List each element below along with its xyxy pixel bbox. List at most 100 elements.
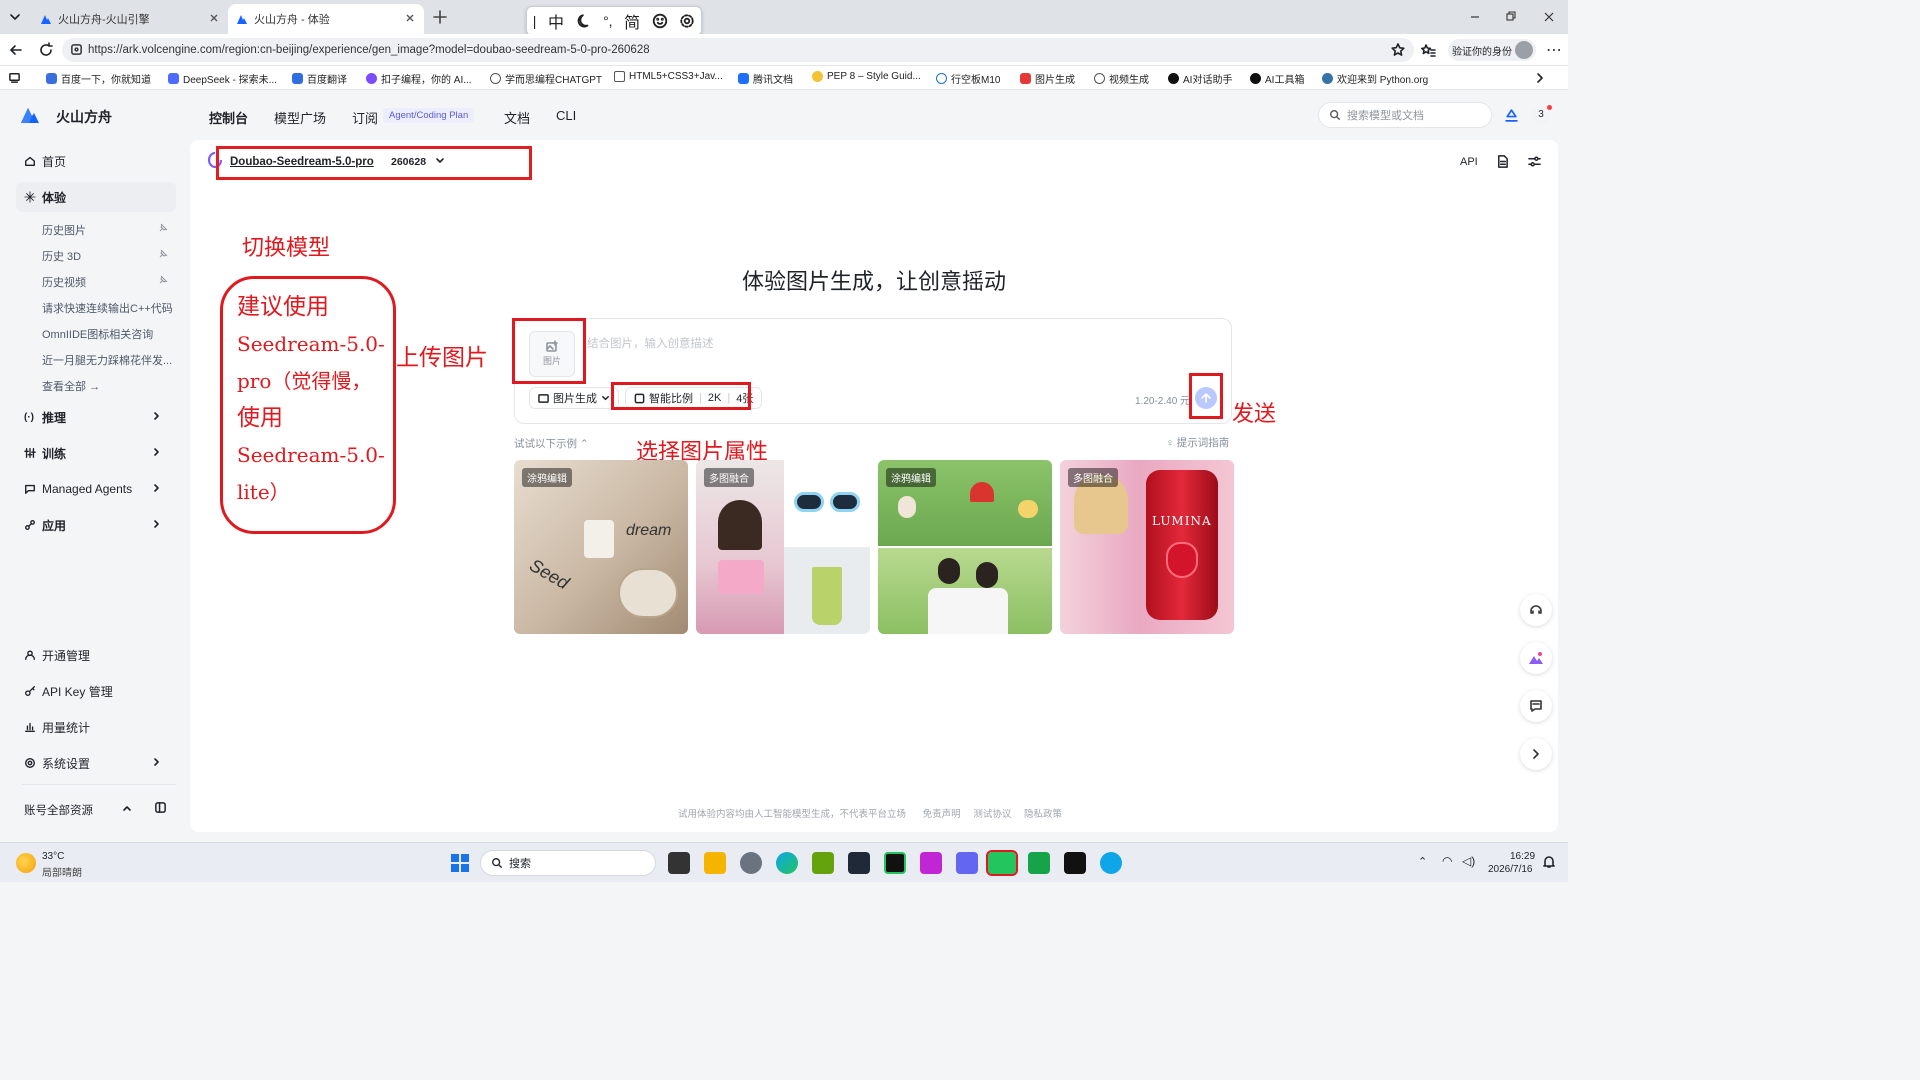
- bookmark-tencent-docs[interactable]: 腾讯文档: [738, 71, 793, 86]
- app-icon[interactable]: [920, 852, 942, 874]
- profile-button[interactable]: 验证你的身份: [1448, 39, 1536, 61]
- history-item[interactable]: OmnIIDE图标相关咨询: [42, 326, 153, 342]
- start-icon[interactable]: [450, 853, 470, 873]
- bookmark-pep8[interactable]: PEP 8 – Style Guid...: [812, 71, 921, 82]
- deepseek-app-icon[interactable]: [956, 852, 978, 874]
- example-thumbnail[interactable]: 涂鸦编辑: [878, 460, 1052, 634]
- ime-chinese-mode[interactable]: 中: [548, 9, 564, 33]
- bookmark-html5[interactable]: HTML5+CSS3+Jav...: [614, 71, 723, 82]
- upgrade-icon[interactable]: [1504, 108, 1519, 123]
- clock-date[interactable]: 2026/7/16: [1488, 864, 1533, 875]
- tab-volcengine[interactable]: 火山方舟-火山引擎: [32, 4, 228, 34]
- weather-temp[interactable]: 33°C: [42, 851, 64, 862]
- site-info-icon[interactable]: [70, 43, 83, 56]
- app-icon[interactable]: [1028, 852, 1050, 874]
- view-all-link[interactable]: 查看全部 →: [42, 378, 100, 394]
- url-field[interactable]: https://ark.volcengine.com/region:cn-bei…: [62, 38, 1414, 62]
- chevron-up-icon[interactable]: ⌃: [1418, 855, 1427, 868]
- minimize-icon[interactable]: [1466, 8, 1484, 26]
- nav-badge[interactable]: Agent/Coding Plan: [383, 108, 475, 123]
- edge-browser-icon[interactable]: [776, 852, 798, 874]
- nav-model-square[interactable]: 模型广场: [274, 108, 326, 127]
- nav-docs[interactable]: 文档: [504, 108, 530, 127]
- sidebar-item-api-key[interactable]: API Key 管理: [16, 676, 176, 706]
- api-link[interactable]: API: [1460, 156, 1478, 168]
- disclaimer-link[interactable]: 免责声明: [923, 809, 961, 820]
- test-agreement-link[interactable]: 测试协议: [973, 809, 1011, 820]
- pycharm-icon[interactable]: [884, 852, 906, 874]
- search-input[interactable]: 搜索模型或文档: [1318, 102, 1492, 128]
- ime-toolbar[interactable]: | 中 °, 简: [526, 6, 702, 36]
- ime-simplified[interactable]: 简: [624, 9, 640, 33]
- close-window-icon[interactable]: [1540, 8, 1558, 26]
- task-view-icon[interactable]: [668, 852, 690, 874]
- wechat-icon[interactable]: [986, 850, 1018, 876]
- expand-panel-button[interactable]: [1520, 738, 1552, 770]
- example-thumbnail[interactable]: LUMINA 多图融合: [1060, 460, 1234, 634]
- sidebar-item-settings[interactable]: 系统设置: [16, 748, 176, 778]
- back-arrow-icon[interactable]: [8, 42, 24, 58]
- tab-list-chevron-icon[interactable]: [8, 10, 22, 24]
- command-prompt-icon[interactable]: [1064, 852, 1086, 874]
- file-explorer-icon[interactable]: [704, 852, 726, 874]
- refresh-icon[interactable]: [38, 42, 54, 58]
- nav-console[interactable]: 控制台: [209, 108, 248, 127]
- network-app-icon[interactable]: [1100, 852, 1122, 874]
- new-tab-plus-icon[interactable]: [432, 9, 448, 25]
- settings-sliders-icon[interactable]: [1528, 155, 1541, 168]
- notepad-icon[interactable]: [812, 852, 834, 874]
- close-tab-icon[interactable]: [404, 12, 416, 24]
- history-item[interactable]: 请求快速连续输出C++代码: [42, 300, 173, 316]
- nav-cli[interactable]: CLI: [556, 108, 576, 123]
- weather-desc[interactable]: 局部晴朗: [42, 864, 82, 879]
- example-thumbnail[interactable]: Seed dream 涂鸦编辑: [514, 460, 688, 634]
- bookmark-deepseek[interactable]: DeepSeek - 探索未...: [168, 71, 277, 86]
- history-3d[interactable]: 历史 3D: [42, 248, 81, 264]
- sidebar-item-usage[interactable]: 用量统计: [16, 712, 176, 742]
- restore-icon[interactable]: [1502, 8, 1520, 26]
- pin-icon[interactable]: [158, 223, 168, 233]
- sidebar-item-managed-agents[interactable]: Managed Agents: [16, 474, 176, 504]
- prompt-input[interactable]: 结合图片，输入创意描述: [587, 335, 714, 351]
- clock-time[interactable]: 16:29: [1510, 851, 1535, 862]
- bookmark-image-gen[interactable]: 图片生成: [1020, 71, 1075, 86]
- more-menu-icon[interactable]: ⋯: [1546, 40, 1562, 60]
- notification-bell-icon[interactable]: [1542, 855, 1556, 869]
- chevron-right-icon[interactable]: [1534, 72, 1546, 84]
- bookmark-chatgpt[interactable]: 学而思编程CHATGPT: [490, 71, 602, 86]
- nav-subscribe[interactable]: 订阅: [352, 108, 378, 127]
- prompt-guide-link[interactable]: ♀ 提示词指南: [1166, 435, 1229, 450]
- history-images[interactable]: 历史图片: [42, 222, 86, 238]
- sidebar-item-apps[interactable]: 应用: [16, 510, 176, 540]
- pin-icon[interactable]: [158, 275, 168, 285]
- emoji-icon[interactable]: [652, 13, 668, 29]
- star-icon[interactable]: [1390, 42, 1406, 58]
- settings-app-icon[interactable]: [740, 852, 762, 874]
- bookmark-ai-tools[interactable]: AI工具箱: [1250, 71, 1304, 86]
- favorites-icon[interactable]: [1420, 42, 1436, 58]
- bookmark-python[interactable]: 欢迎来到 Python.org: [1322, 71, 1428, 86]
- chevron-up-icon[interactable]: [122, 803, 132, 813]
- sidebar-item-experience[interactable]: 体验: [16, 182, 176, 212]
- support-button[interactable]: [1520, 594, 1552, 626]
- mode-select[interactable]: 图片生成: [529, 387, 619, 409]
- feedback-button[interactable]: [1520, 690, 1552, 722]
- moon-icon[interactable]: [576, 13, 592, 29]
- bookmark-coze[interactable]: 扣子编程，你的 AI...: [366, 71, 472, 86]
- history-video[interactable]: 历史视频: [42, 274, 86, 290]
- collapse-sidebar-icon[interactable]: [154, 801, 167, 814]
- sidebar-item-activation[interactable]: 开通管理: [16, 640, 176, 670]
- bookmark-ai-chat[interactable]: AI对话助手: [1168, 71, 1232, 86]
- pin-icon[interactable]: [158, 249, 168, 259]
- bookmark-baidu-translate[interactable]: 百度翻译: [292, 71, 347, 86]
- wifi-icon[interactable]: ◠: [1442, 854, 1452, 868]
- sidebar-item-training[interactable]: 训练: [16, 438, 176, 468]
- bookmark-unihiker[interactable]: 行空板M10: [936, 71, 1000, 86]
- privacy-link[interactable]: 隐私政策: [1024, 809, 1062, 820]
- reading-list-icon[interactable]: [8, 71, 21, 84]
- account-resources[interactable]: 账号全部资源: [24, 802, 93, 818]
- gear-icon[interactable]: [679, 13, 695, 29]
- example-thumbnail[interactable]: 多图融合: [696, 460, 870, 634]
- document-icon[interactable]: [1496, 155, 1509, 168]
- terminal-icon[interactable]: [848, 852, 870, 874]
